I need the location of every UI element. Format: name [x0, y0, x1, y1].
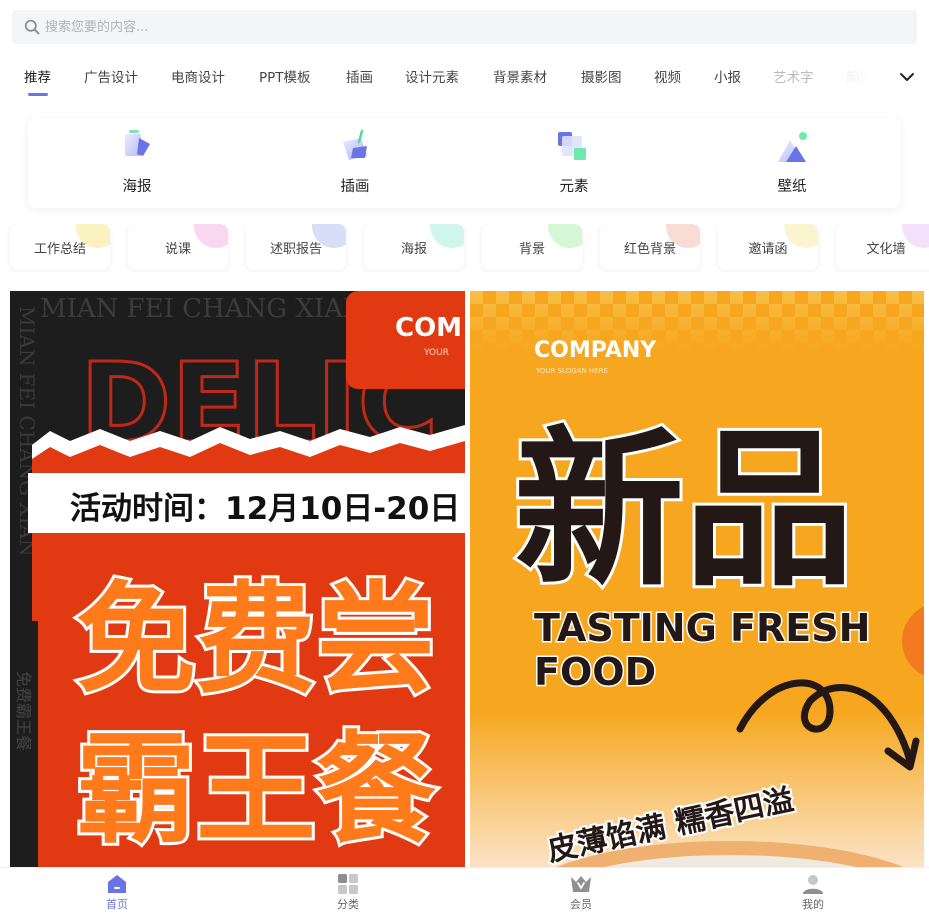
tab-ppt-template[interactable]: PPT模板	[259, 66, 311, 86]
category-wallpaper[interactable]: 壁纸	[752, 128, 832, 196]
element-icon	[554, 128, 594, 168]
tag-label: 海报	[400, 241, 427, 257]
active-tab-indicator	[28, 93, 48, 96]
tag-decoration	[902, 224, 929, 248]
tab-fade-overlay	[820, 58, 880, 100]
poster-event-time: 活动时间：12月10日-20日	[70, 491, 460, 527]
search-bar[interactable]	[12, 10, 917, 44]
tag-decoration	[784, 224, 818, 248]
tag-label: 红色背景	[623, 241, 676, 257]
tag-lecture[interactable]: 说课	[128, 224, 228, 270]
nav-label: 分类	[337, 898, 359, 911]
search-icon	[24, 19, 40, 34]
search-input[interactable]	[45, 19, 825, 35]
poster-headline-2: 霸王餐	[76, 721, 436, 860]
poster-card-free-meal[interactable]: MIAN FEI CHANG XIAN MIAN FEI CHANG XIAN …	[10, 291, 465, 867]
hot-search-tags: 工作总结 说课 述职报告 海报 背景 红色背景 邀请函 文化墙	[0, 224, 929, 272]
tab-design-elements[interactable]: 设计元素	[405, 66, 459, 86]
illustration-icon	[335, 128, 375, 168]
tag-decoration	[430, 224, 464, 248]
category-element[interactable]: 元素	[534, 128, 614, 196]
poster-sub-2: FOOD	[534, 650, 656, 694]
tag-label: 背景	[518, 241, 545, 257]
tag-label: 说课	[164, 241, 191, 257]
bottom-navigation: 首页 分类 会员 我的	[0, 867, 929, 917]
tab-background-material[interactable]: 背景素材	[493, 66, 547, 86]
poster-sub-1: TASTING FRESH	[534, 606, 870, 650]
nav-label: 首页	[106, 898, 128, 911]
tag-label: 邀请函	[748, 241, 788, 257]
tab-photography[interactable]: 摄影图	[581, 66, 622, 86]
category-label: 插画	[340, 179, 370, 195]
tag-decoration	[194, 224, 228, 248]
tag-duty-report[interactable]: 述职报告	[246, 224, 346, 270]
nav-label: 我的	[802, 898, 824, 911]
poster-card-new-product[interactable]: COMPANY YOUR SLOGAN HERE 新品 TASTING FRES…	[470, 291, 924, 867]
poster-bg-text: MIAN FEI CHANG XIAN	[40, 294, 366, 324]
poster-vertical-cn: 免费霸王餐	[14, 671, 33, 751]
nav-label: 会员	[570, 898, 592, 911]
home-icon	[106, 873, 128, 895]
tab-ecommerce-design[interactable]: 电商设计	[171, 66, 225, 86]
poster-artwork: COMPANY YOUR SLOGAN HERE 新品 TASTING FRES…	[470, 291, 924, 867]
tag-label: 文化墙	[866, 241, 906, 257]
category-label: 壁纸	[777, 179, 807, 195]
tag-label: 述职报告	[269, 241, 322, 257]
wallpaper-icon	[772, 128, 812, 168]
tag-invitation[interactable]: 邀请函	[718, 224, 818, 270]
nav-category[interactable]: 分类	[318, 873, 378, 912]
category-label: 元素	[559, 179, 589, 195]
chevron-down-icon	[900, 73, 914, 81]
poster-brand: COMPANY	[534, 338, 657, 363]
category-illustration[interactable]: 插画	[315, 128, 395, 196]
nav-profile[interactable]: 我的	[783, 873, 843, 912]
tag-background[interactable]: 背景	[482, 224, 582, 270]
tag-culture-wall[interactable]: 文化墙	[836, 224, 929, 270]
tag-poster[interactable]: 海报	[364, 224, 464, 270]
tab-recommend[interactable]: 推荐	[24, 66, 51, 86]
poster-brand: COM	[395, 313, 462, 343]
nav-home[interactable]: 首页	[87, 873, 147, 912]
poster-brand-sub: YOUR	[423, 348, 449, 358]
tag-red-background[interactable]: 红色背景	[600, 224, 700, 270]
poster-icon	[117, 128, 157, 168]
tag-decoration	[548, 224, 582, 248]
tag-work-summary[interactable]: 工作总结	[10, 224, 110, 270]
poster-brand-sub: YOUR SLOGAN HERE	[535, 367, 608, 375]
poster-headline: 新品	[514, 412, 854, 610]
tab-illustration[interactable]: 插画	[346, 66, 373, 86]
user-icon	[802, 873, 824, 895]
tag-label: 工作总结	[33, 241, 86, 257]
expand-tabs-button[interactable]	[896, 66, 918, 88]
tab-ad-design[interactable]: 广告设计	[84, 66, 138, 86]
nav-vip[interactable]: 会员	[551, 873, 611, 912]
tab-tabloid[interactable]: 小报	[714, 66, 741, 86]
category-tabs: 推荐 广告设计 电商设计 PPT模板 插画 设计元素 背景素材 摄影图 视频 小…	[0, 58, 929, 100]
category-poster[interactable]: 海报	[97, 128, 177, 196]
tab-video[interactable]: 视频	[654, 66, 681, 86]
grid-icon	[337, 873, 359, 895]
category-label: 海报	[122, 179, 152, 195]
poster-headline-1: 免费尝	[76, 571, 436, 710]
poster-artwork: MIAN FEI CHANG XIAN MIAN FEI CHANG XIAN …	[10, 291, 465, 867]
category-shortcuts: 海报 插画 元素 壁纸	[28, 118, 901, 208]
vip-crown-icon	[570, 873, 592, 895]
tab-art-text[interactable]: 艺术字	[773, 66, 814, 86]
